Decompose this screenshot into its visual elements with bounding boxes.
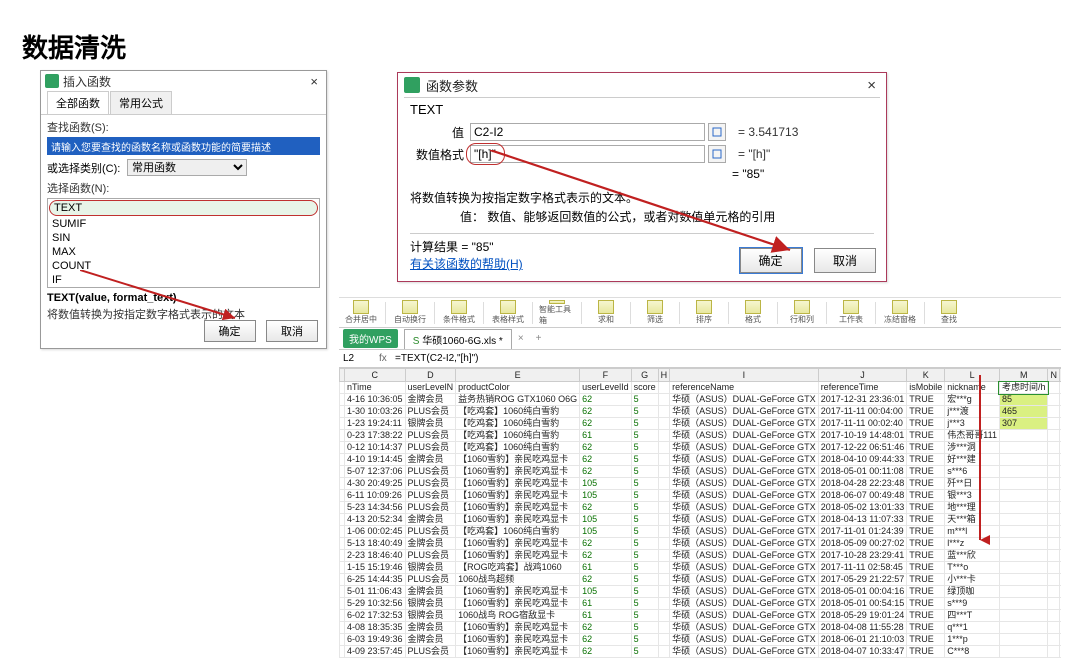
ribbon-button[interactable]: 合并居中 bbox=[343, 300, 379, 326]
wps-tab[interactable]: 我的WPS bbox=[343, 329, 398, 348]
ribbon-button[interactable]: 排序 bbox=[686, 300, 722, 326]
cancel-button[interactable]: 取消 bbox=[266, 320, 318, 342]
range-picker-icon[interactable] bbox=[708, 145, 726, 163]
formula-text[interactable]: =TEXT(C2-I2,"[h]") bbox=[395, 353, 479, 364]
literal-result: = "85" bbox=[732, 167, 874, 181]
param-eval: = "[h]" bbox=[738, 147, 770, 161]
hint-text: 将数值转换为按指定数字格式表示的文本。 bbox=[410, 189, 874, 206]
ribbon-button[interactable]: 查找 bbox=[931, 300, 967, 326]
ribbon: 合并居中自动换行条件格式表格样式智能工具箱求和筛选排序格式行和列工作表冻结窗格查… bbox=[339, 298, 1061, 328]
param-input-value[interactable] bbox=[470, 123, 705, 141]
function-listbox[interactable]: TEXT SUMIF SIN MAX COUNT IF AVERAGE SUM bbox=[47, 198, 320, 288]
help-link[interactable]: 有关该函数的帮助(H) bbox=[410, 257, 523, 271]
app-icon bbox=[404, 77, 420, 93]
add-tab-icon[interactable]: + bbox=[530, 333, 548, 344]
ribbon-button[interactable]: 行和列 bbox=[784, 300, 820, 326]
ribbon-button[interactable]: 表格样式 bbox=[490, 300, 526, 326]
param-label-value: 值 bbox=[410, 124, 470, 141]
ribbon-button[interactable]: 冻结窗格 bbox=[882, 300, 918, 326]
page-title: 数据清洗 bbox=[22, 28, 126, 65]
function-signature: TEXT(value, format_text) bbox=[47, 292, 320, 304]
ribbon-button[interactable]: 智能工具箱 bbox=[539, 300, 575, 326]
list-item-text[interactable]: TEXT bbox=[49, 200, 318, 216]
list-label: 选择函数(N): bbox=[47, 180, 320, 196]
tab-all-functions[interactable]: 全部函数 bbox=[47, 91, 109, 114]
param-eval: = 3.541713 bbox=[738, 125, 798, 139]
data-grid[interactable]: CDEFGHIJKLMNOnTimeuserLevelNproductColor… bbox=[339, 368, 1061, 658]
list-item[interactable]: SIN bbox=[48, 231, 319, 245]
cancel-button[interactable]: 取消 bbox=[814, 248, 876, 273]
search-label: 查找函数(S): bbox=[47, 119, 320, 135]
ribbon-button[interactable]: 条件格式 bbox=[441, 300, 477, 326]
list-item[interactable]: COUNT bbox=[48, 259, 319, 273]
ribbon-button[interactable]: 自动换行 bbox=[392, 300, 428, 326]
category-label: 或选择类别(C): bbox=[47, 160, 127, 176]
list-item[interactable]: IF bbox=[48, 273, 319, 287]
ribbon-button[interactable]: 筛选 bbox=[637, 300, 673, 326]
file-tab[interactable]: S 华硕1060-6G.xls * bbox=[404, 329, 512, 349]
spreadsheet-app: 合并居中自动换行条件格式表格样式智能工具箱求和筛选排序格式行和列工作表冻结窗格查… bbox=[339, 297, 1061, 597]
list-item[interactable]: AVERAGE bbox=[48, 287, 319, 288]
hint-text: 值： 数值、能够返回数值的公式，或者对数值单元格的引用 bbox=[460, 208, 874, 225]
range-picker-icon[interactable] bbox=[708, 123, 726, 141]
ok-button[interactable]: 确定 bbox=[204, 320, 256, 342]
dialog-title: 插入函数 bbox=[63, 73, 306, 90]
formula-bar: L2 fx =TEXT(C2-I2,"[h]") bbox=[339, 350, 1061, 368]
param-label-format: 数值格式 bbox=[410, 146, 470, 163]
close-icon[interactable]: × bbox=[863, 77, 880, 94]
name-box[interactable]: L2 bbox=[343, 353, 379, 364]
dialog-title: 函数参数 bbox=[426, 76, 863, 95]
app-icon bbox=[45, 74, 59, 88]
list-item[interactable]: MAX bbox=[48, 245, 319, 259]
close-tab-icon[interactable]: × bbox=[512, 333, 530, 344]
search-input[interactable]: 请输入您要查找的函数名称或函数功能的简要描述 bbox=[47, 137, 320, 155]
category-select[interactable]: 常用函数 bbox=[127, 159, 247, 176]
param-input-format[interactable] bbox=[470, 145, 705, 163]
function-name: TEXT bbox=[410, 102, 874, 117]
calc-result: 计算结果 = "85" bbox=[410, 240, 494, 254]
tab-common-formula[interactable]: 常用公式 bbox=[110, 91, 172, 114]
ok-button[interactable]: 确定 bbox=[740, 248, 802, 273]
list-item[interactable]: SUMIF bbox=[48, 217, 319, 231]
fx-icon[interactable]: fx bbox=[379, 353, 395, 364]
tabbar: 我的WPS S 华硕1060-6G.xls * × + bbox=[339, 328, 1061, 350]
close-icon[interactable]: × bbox=[306, 74, 322, 89]
ribbon-button[interactable]: 工作表 bbox=[833, 300, 869, 326]
ribbon-button[interactable]: 求和 bbox=[588, 300, 624, 326]
ribbon-button[interactable]: 格式 bbox=[735, 300, 771, 326]
function-params-dialog: 函数参数 × TEXT 值 = 3.541713 数值格式 = "[h]" = … bbox=[397, 72, 887, 282]
insert-function-dialog: 插入函数 × 全部函数 常用公式 查找函数(S): 请输入您要查找的函数名称或函… bbox=[40, 70, 327, 349]
